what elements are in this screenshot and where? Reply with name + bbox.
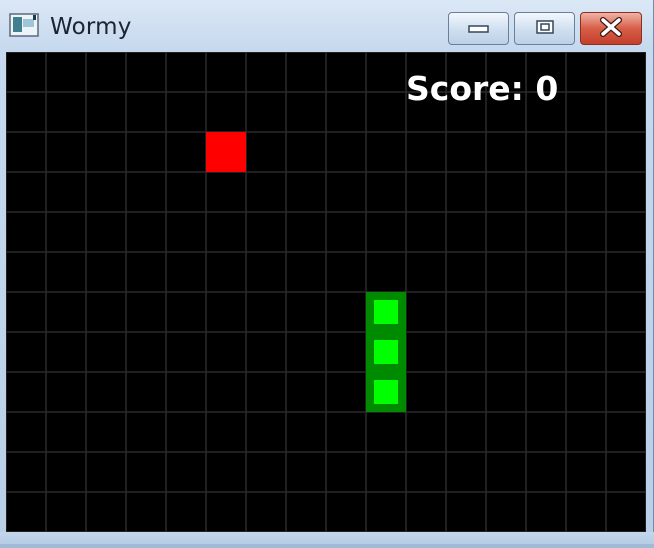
worm-head	[366, 292, 406, 332]
minimize-button[interactable]	[448, 12, 509, 45]
window-title: Wormy	[50, 14, 132, 40]
worm-segment-inner	[374, 340, 398, 364]
game-area[interactable]: Score: 0	[6, 52, 646, 532]
worm-segment-inner	[374, 300, 398, 324]
maximize-icon	[535, 19, 555, 39]
apple	[206, 132, 246, 172]
worm-segment	[366, 332, 406, 372]
worm-segment	[366, 372, 406, 412]
minimize-icon	[467, 19, 490, 38]
window-bottom-line	[0, 544, 654, 548]
close-icon	[599, 16, 623, 41]
score-display: Score: 0	[406, 69, 559, 108]
title-bar[interactable]: Wormy	[0, 0, 654, 52]
close-button[interactable]	[580, 12, 642, 45]
maximize-button[interactable]	[514, 12, 575, 45]
app-window: Wormy Score: 0	[0, 0, 654, 548]
app-icon	[9, 13, 39, 37]
worm-segment-inner	[374, 380, 398, 404]
game-board	[6, 52, 646, 532]
